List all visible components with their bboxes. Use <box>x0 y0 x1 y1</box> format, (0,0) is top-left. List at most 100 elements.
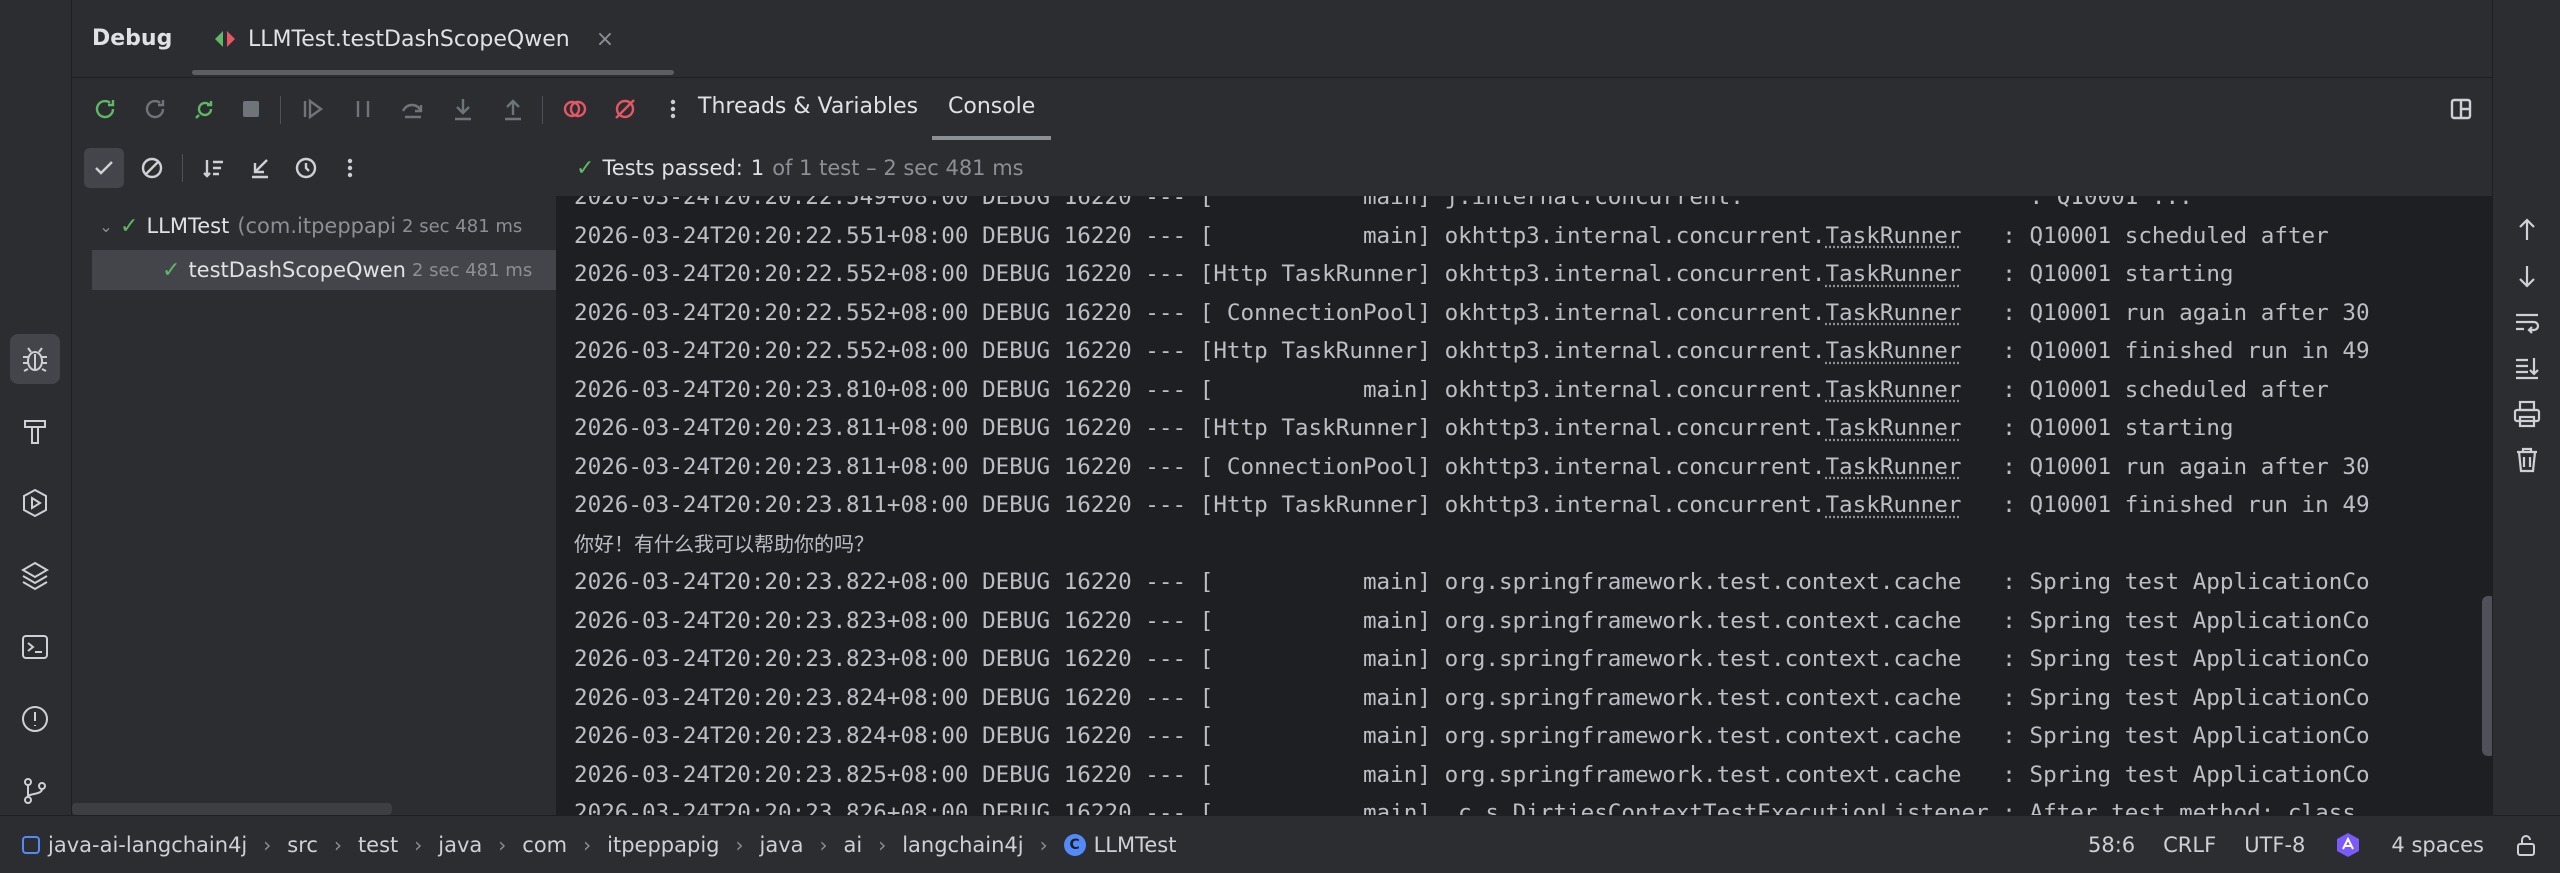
console-class-link[interactable]: TaskRunner <box>1825 415 1961 441</box>
arrow-up-icon[interactable] <box>2511 214 2543 246</box>
breadcrumb-item[interactable]: › langchain4j <box>862 833 1023 857</box>
resume-program-icon[interactable] <box>294 90 332 128</box>
console-lines: 2026-03-24T20:20:22.549+08:00 DEBUG 1622… <box>574 196 2370 815</box>
chevron-right-icon: › <box>878 832 887 857</box>
indent-setting[interactable]: 4 spaces <box>2391 833 2484 857</box>
breadcrumb-item[interactable]: › test <box>318 833 398 857</box>
tab-console[interactable]: Console <box>932 92 1052 140</box>
breadcrumb-item[interactable]: › C LLMTest <box>1024 833 1177 857</box>
breadcrumb-label: java <box>759 832 804 857</box>
chevron-right-icon: › <box>735 832 744 857</box>
import-tests-icon[interactable] <box>240 148 280 188</box>
console-class-link[interactable]: TaskRunner <box>1825 454 1961 480</box>
breadcrumb-item[interactable]: › src <box>247 833 318 857</box>
breadcrumb: java-ai-langchain4j › src › test › java › com › it… <box>0 833 1176 857</box>
debug-panel: Debug LLMTest.testDashScopeQwen × Thread… <box>72 0 2496 815</box>
console-class-link[interactable]: TaskRunner <box>1825 338 1961 364</box>
run-config-tab[interactable]: LLMTest.testDashScopeQwen × <box>212 0 614 78</box>
console-class-link[interactable]: TaskRunner <box>1825 492 1961 518</box>
console-class-link[interactable]: TaskRunner <box>1825 377 1961 403</box>
more-options-icon[interactable] <box>654 90 692 128</box>
cursor-position[interactable]: 58:6 <box>2088 833 2135 857</box>
console-output[interactable]: 2026-03-24T20:20:22.549+08:00 DEBUG 1622… <box>556 196 2496 815</box>
tree-horizontal-scrollbar[interactable] <box>72 803 392 815</box>
soft-wrap-icon[interactable] <box>2511 306 2543 338</box>
toggle-auto-test-icon[interactable] <box>186 90 224 128</box>
breadcrumb-label: ai <box>843 832 863 857</box>
sort-icon[interactable] <box>194 148 234 188</box>
breadcrumb-item[interactable]: › com <box>482 833 567 857</box>
run-tab-label: LLMTest.testDashScopeQwen <box>248 26 570 52</box>
ai-assistant-icon[interactable] <box>2333 830 2363 860</box>
tab-threads-variables[interactable]: Threads & Variables <box>698 92 918 140</box>
breadcrumb-item[interactable]: › ai <box>803 833 862 857</box>
chevron-right-icon: › <box>263 832 272 857</box>
git-branch-icon[interactable] <box>10 766 60 816</box>
run-services-icon[interactable] <box>10 478 60 528</box>
activity-bar <box>0 0 72 873</box>
console-line: 2026-03-24T20:20:22.552+08:00 DEBUG 1622… <box>574 255 2370 294</box>
layers-icon[interactable] <box>10 550 60 600</box>
line-separator[interactable]: CRLF <box>2163 833 2216 857</box>
status-bar: java-ai-langchain4j › src › test › java › com › it… <box>0 815 2560 873</box>
view-breakpoints-icon[interactable] <box>556 90 594 128</box>
test-class-name: LLMTest <box>146 214 230 238</box>
print-icon[interactable] <box>2511 398 2543 430</box>
console-line-message: : Q10001 finished run in 49 <box>1961 338 2370 364</box>
mute-breakpoints-icon[interactable] <box>606 90 644 128</box>
tree-row-method[interactable]: ✓ testDashScopeQwen 2 sec 481 ms <box>92 250 556 290</box>
step-into-icon[interactable] <box>444 90 482 128</box>
rerun-icon[interactable] <box>86 90 124 128</box>
console-line-message: : Q10001 finished run in 49 <box>1961 492 2370 518</box>
build-hammer-icon[interactable] <box>10 406 60 456</box>
terminal-icon[interactable] <box>10 622 60 672</box>
breadcrumb-label: src <box>287 832 318 857</box>
scroll-to-end-icon[interactable] <box>2511 352 2543 384</box>
tests-passed-detail: of 1 test – 2 sec 481 ms <box>772 156 1024 180</box>
breadcrumb-item[interactable]: › itpeppapig <box>567 833 719 857</box>
console-line: 2026-03-24T20:20:23.822+08:00 DEBUG 1622… <box>574 563 2370 602</box>
rerun-failed-icon[interactable] <box>136 90 174 128</box>
step-over-icon[interactable] <box>394 90 432 128</box>
console-line: 2026-03-24T20:20:23.811+08:00 DEBUG 1622… <box>574 409 2370 448</box>
close-tab-icon[interactable]: × <box>596 27 614 52</box>
file-encoding[interactable]: UTF-8 <box>2244 833 2305 857</box>
console-actions-bar <box>2492 0 2560 815</box>
tree-row-class[interactable]: ⌄ ✓ LLMTest (com.itpeppapi 2 sec 481 ms <box>72 206 556 246</box>
console-line-message: : Q10001 run again after 30 <box>1961 453 2370 480</box>
console-line-message: : Q10001 ... <box>1743 196 2193 210</box>
console-line-text: 2026-03-24T20:20:22.551+08:00 DEBUG 1622… <box>574 222 1826 249</box>
test-history-icon[interactable] <box>286 148 326 188</box>
breadcrumb-item[interactable]: › java <box>719 833 803 857</box>
show-passed-toggle[interactable] <box>84 148 124 188</box>
step-out-icon[interactable] <box>494 90 532 128</box>
arrow-down-icon[interactable] <box>2511 260 2543 292</box>
console-line-text: 2026-03-24T20:20:22.549+08:00 DEBUG 1622… <box>574 196 1744 210</box>
console-line: 你好！有什么我可以帮助你的吗？ <box>574 525 2370 564</box>
console-line: 2026-03-24T20:20:22.552+08:00 DEBUG 1622… <box>574 294 2370 333</box>
breadcrumb-label: test <box>357 832 399 857</box>
trash-icon[interactable] <box>2511 444 2543 476</box>
console-line: 2026-03-24T20:20:23.824+08:00 DEBUG 1622… <box>574 717 2370 756</box>
breadcrumb-item[interactable]: › java <box>398 833 482 857</box>
layout-settings-icon[interactable] <box>2442 90 2480 128</box>
chevron-right-icon: › <box>1039 832 1048 857</box>
breadcrumb-label: java-ai-langchain4j <box>48 832 248 857</box>
show-ignored-toggle[interactable] <box>132 148 172 188</box>
breadcrumb-label: itpeppapig <box>607 832 720 857</box>
chevron-down-icon[interactable]: ⌄ <box>92 217 120 236</box>
problems-icon[interactable] <box>10 694 60 744</box>
stop-icon[interactable] <box>232 90 270 128</box>
console-line-text: 2026-03-24T20:20:22.552+08:00 DEBUG 1622… <box>574 299 1826 326</box>
ignored-icon <box>141 157 163 179</box>
console-class-link[interactable]: TaskRunner <box>1825 300 1961 326</box>
debug-tool-icon[interactable] <box>10 334 60 384</box>
console-line-text: 2026-03-24T20:20:22.552+08:00 DEBUG 1622… <box>574 338 1826 364</box>
lock-icon[interactable] <box>2512 831 2540 859</box>
tree-more-icon[interactable] <box>330 148 370 188</box>
console-class-link[interactable]: TaskRunner <box>1825 261 1961 287</box>
console-class-link[interactable]: TaskRunner <box>1825 223 1961 249</box>
test-status-header: ✓ Tests passed: 1 of 1 test – 2 sec 481 … <box>556 140 2492 196</box>
breadcrumb-item[interactable]: java-ai-langchain4j <box>22 833 247 857</box>
pause-program-icon[interactable] <box>344 90 382 128</box>
